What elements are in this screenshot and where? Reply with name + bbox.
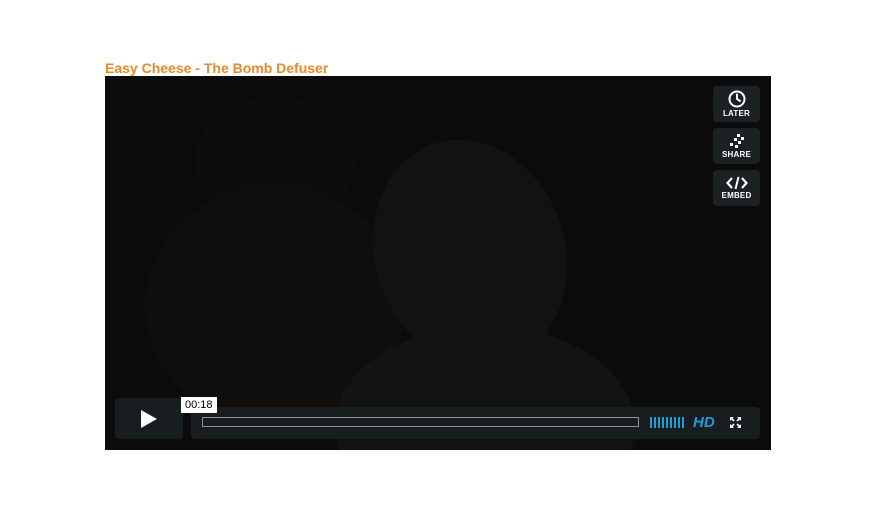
volume-bar <box>658 417 660 428</box>
clock-icon <box>728 90 745 108</box>
control-bar: HD <box>191 407 760 439</box>
progress-bar[interactable] <box>202 417 639 427</box>
watch-later-label: LATER <box>722 109 751 118</box>
volume-bar <box>678 417 680 428</box>
video-title[interactable]: Easy Cheese - The Bomb Defuser <box>105 59 328 77</box>
embed-label: EMBED <box>721 191 752 200</box>
video-player[interactable]: LATER SHARE EMBED HD 00:18 <box>105 76 771 450</box>
code-icon <box>725 176 748 190</box>
hd-button[interactable]: HD <box>693 413 715 433</box>
current-time-tooltip: 00:18 <box>181 397 217 413</box>
volume-bar <box>650 417 652 428</box>
fullscreen-icon[interactable] <box>730 417 741 428</box>
watch-later-button[interactable]: LATER <box>713 86 760 122</box>
share-label: SHARE <box>721 150 751 159</box>
volume-bar <box>682 417 684 428</box>
embed-button[interactable]: EMBED <box>713 170 760 206</box>
volume-bar <box>662 417 664 428</box>
play-button[interactable] <box>115 398 183 439</box>
volume-bar <box>654 417 656 428</box>
volume-bar <box>666 417 668 428</box>
side-button-group: LATER SHARE EMBED <box>713 86 760 206</box>
volume-bar <box>674 417 676 428</box>
share-icon <box>729 134 744 148</box>
share-button[interactable]: SHARE <box>713 128 760 164</box>
volume-bar <box>670 417 672 428</box>
play-icon <box>141 409 157 428</box>
volume-control[interactable] <box>650 417 684 428</box>
